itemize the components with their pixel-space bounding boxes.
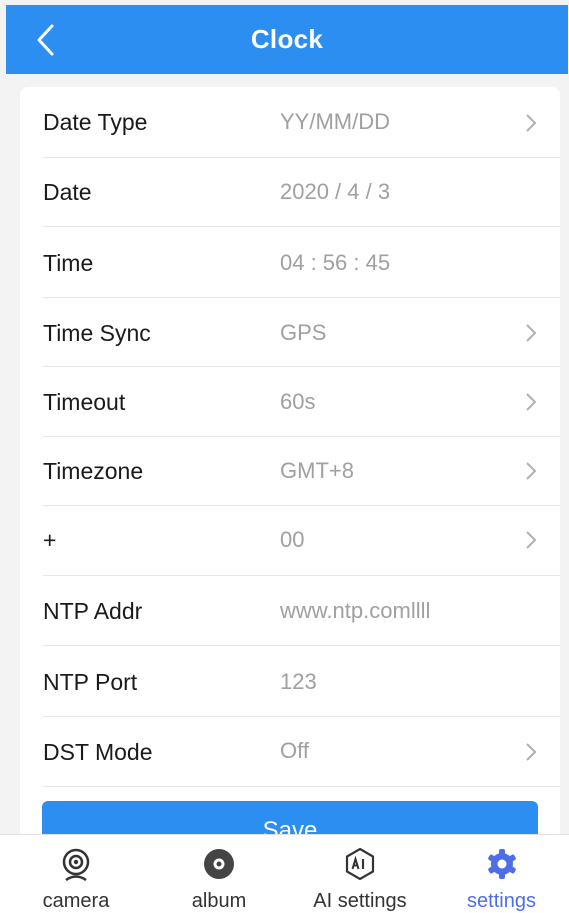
setting-row-timeout[interactable]: Timeout 60s bbox=[43, 367, 560, 437]
setting-row-timezone[interactable]: Timezone GMT+8 bbox=[43, 437, 560, 506]
setting-row-ntp-port[interactable]: NTP Port 123 bbox=[43, 646, 560, 717]
setting-label: Date Type bbox=[43, 109, 148, 135]
setting-value: 00 bbox=[280, 527, 305, 552]
album-icon bbox=[204, 849, 234, 879]
setting-value: GMT+8 bbox=[280, 458, 354, 483]
chevron-right-icon bbox=[526, 462, 537, 480]
setting-row-dst-mode[interactable]: DST Mode Off bbox=[43, 717, 560, 787]
setting-value: 123 bbox=[280, 669, 317, 694]
setting-row-timezone-offset[interactable]: + 00 bbox=[43, 506, 560, 576]
setting-row-time-sync[interactable]: Time Sync GPS bbox=[43, 298, 560, 367]
setting-row-ntp-addr[interactable]: NTP Addr www.ntp.comllll bbox=[43, 576, 560, 646]
app-screen: Clock Date Type YY/MM/DD Date 2020 / 4 /… bbox=[0, 0, 569, 913]
setting-value: 04 : 56 : 45 bbox=[280, 250, 391, 275]
tab-label: settings bbox=[467, 890, 536, 912]
gear-icon bbox=[487, 849, 516, 879]
setting-label: Time Sync bbox=[43, 320, 151, 346]
chevron-right-icon bbox=[526, 114, 537, 132]
chevron-right-icon bbox=[526, 743, 537, 761]
setting-value: Off bbox=[280, 738, 309, 763]
setting-label: + bbox=[43, 527, 57, 553]
setting-row-time[interactable]: Time 04 : 56 : 45 bbox=[43, 227, 560, 298]
bottom-tab-bar: camera album AI settings settings bbox=[0, 834, 569, 913]
setting-value: www.ntp.comllll bbox=[280, 598, 431, 623]
ai-icon bbox=[345, 847, 375, 881]
tab-settings[interactable]: settings bbox=[434, 835, 569, 913]
setting-value: 60s bbox=[280, 389, 316, 414]
setting-label: Time bbox=[43, 250, 94, 276]
header-bar: Clock bbox=[6, 5, 568, 74]
setting-label: Timeout bbox=[43, 389, 126, 415]
chevron-right-icon bbox=[526, 393, 537, 411]
page-title: Clock bbox=[250, 24, 324, 54]
settings-card: Date Type YY/MM/DD Date 2020 / 4 / 3 Tim… bbox=[20, 87, 560, 867]
setting-value: YY/MM/DD bbox=[280, 109, 390, 134]
setting-value: GPS bbox=[280, 320, 327, 345]
camera-icon bbox=[62, 848, 90, 881]
chevron-right-icon bbox=[526, 324, 537, 342]
tab-album[interactable]: album bbox=[152, 835, 286, 913]
chevron-right-icon bbox=[526, 531, 537, 549]
setting-value: 2020 / 4 / 3 bbox=[280, 179, 391, 204]
setting-label: NTP Addr bbox=[43, 598, 143, 624]
tab-ai-settings[interactable]: AI settings bbox=[286, 835, 434, 913]
setting-label: Timezone bbox=[43, 458, 144, 484]
tab-label: camera bbox=[42, 890, 110, 912]
setting-row-date-type[interactable]: Date Type YY/MM/DD bbox=[43, 87, 560, 158]
tab-camera[interactable]: camera bbox=[0, 835, 152, 913]
setting-label: Date bbox=[43, 179, 92, 205]
tab-label: album bbox=[191, 890, 247, 912]
setting-label: DST Mode bbox=[43, 739, 153, 765]
setting-label: NTP Port bbox=[43, 669, 138, 695]
setting-row-date[interactable]: Date 2020 / 4 / 3 bbox=[43, 157, 560, 227]
tab-label: AI settings bbox=[313, 890, 407, 912]
